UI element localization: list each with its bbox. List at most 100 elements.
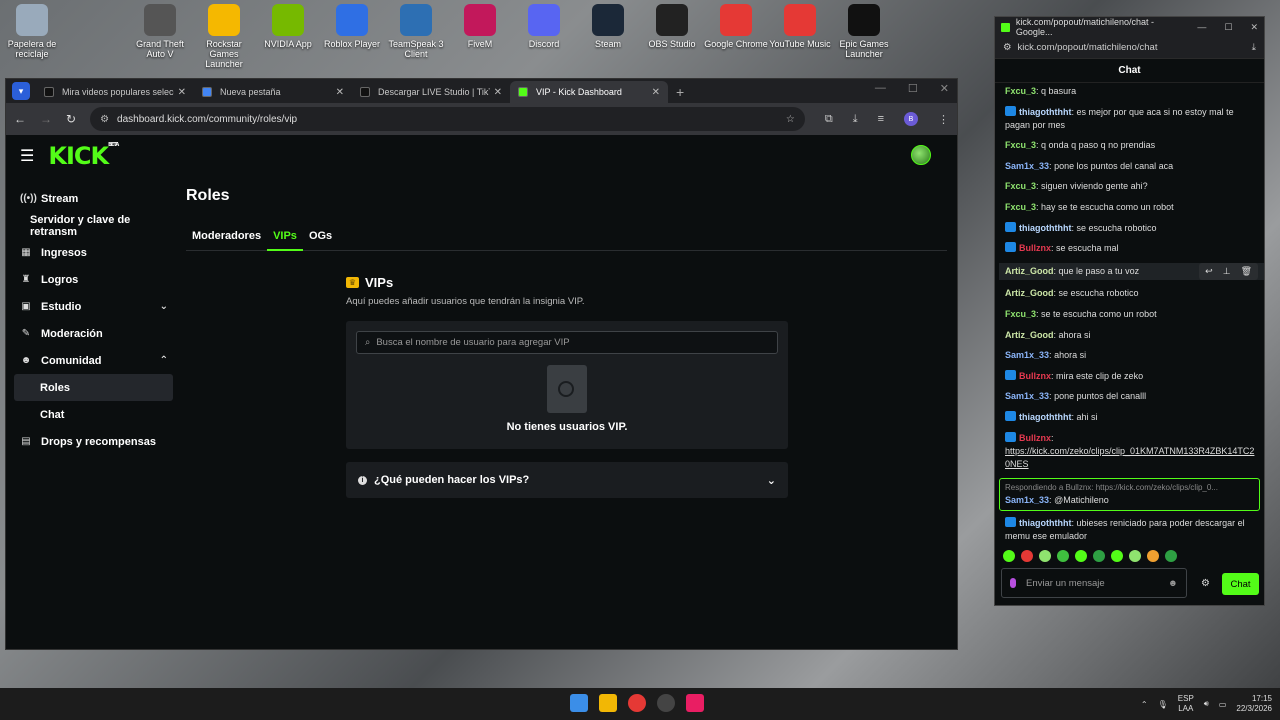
- tab-vips[interactable]: VIPs: [267, 225, 303, 251]
- battery-icon[interactable]: ▭: [1219, 700, 1227, 709]
- pin-icon[interactable]: ⊥: [1223, 265, 1231, 278]
- file-explorer-icon[interactable]: [599, 694, 617, 712]
- emote-icon[interactable]: [1129, 550, 1141, 562]
- desktop-shortcut[interactable]: TeamSpeak 3 Client: [384, 4, 448, 59]
- chat-username[interactable]: Artiz_Good: [1005, 266, 1054, 276]
- emote-icon[interactable]: [1165, 550, 1177, 562]
- mic-icon[interactable]: [1010, 578, 1016, 588]
- chat-username[interactable]: Fxcu_3: [1005, 140, 1036, 150]
- sidebar-item-comunidad[interactable]: ☻ Comunidad ⌃: [6, 347, 176, 374]
- minimize-button[interactable]: —: [875, 82, 886, 95]
- sidebar-item-roles[interactable]: Roles: [14, 374, 173, 401]
- clock[interactable]: 17:15 22/3/2026: [1236, 694, 1272, 714]
- chat-username[interactable]: thiagoththht: [1019, 518, 1071, 528]
- reply-quote[interactable]: Respondiendo a Bullznx: https://kick.com…: [1005, 481, 1254, 494]
- sidebar-item-logros[interactable]: ♜ Logros: [6, 266, 176, 293]
- browser-tab[interactable]: Descargar LIVE Studio | TikTok ✕: [352, 81, 510, 103]
- chat-username[interactable]: thiagoththht: [1019, 412, 1071, 422]
- tab-moderadores[interactable]: Moderadores: [186, 225, 267, 251]
- download-icon[interactable]: ⤓: [1252, 42, 1256, 53]
- chat-input-field[interactable]: ☻: [1001, 568, 1187, 598]
- chat-username[interactable]: Sam1x_33: [1005, 161, 1049, 171]
- sidebar-item-moderación[interactable]: ✎ Moderación: [6, 320, 176, 347]
- desktop-shortcut[interactable]: Papelera de reciclaje: [0, 4, 64, 59]
- desktop-shortcut[interactable]: Grand Theft Auto V: [128, 4, 192, 59]
- emote-icon[interactable]: [1057, 550, 1069, 562]
- sidebar-item-drops[interactable]: ▤ Drops y recompensas: [6, 428, 176, 455]
- browser-tab[interactable]: Nueva pestaña ✕: [194, 81, 352, 103]
- language-indicator[interactable]: ESP LAA: [1178, 694, 1194, 714]
- tab-ogs[interactable]: OGs: [303, 225, 338, 251]
- microphone-icon[interactable]: 🎙︎: [1158, 700, 1168, 709]
- chat-username[interactable]: Sam1x_33: [1005, 391, 1049, 401]
- desktop-shortcut[interactable]: NVIDIA App: [256, 4, 320, 49]
- chat-link[interactable]: https://kick.com/zeko/clips/clip_01KM7AT…: [1005, 446, 1254, 469]
- hamburger-menu-icon[interactable]: ☰: [20, 146, 34, 166]
- site-info-icon[interactable]: ⚙: [1003, 42, 1012, 53]
- vip-search-input[interactable]: [376, 337, 769, 348]
- download-icon[interactable]: ⤓: [853, 113, 858, 126]
- bookmark-star-icon[interactable]: ☆: [786, 114, 795, 125]
- chat-username[interactable]: Fxcu_3: [1005, 202, 1036, 212]
- close-button[interactable]: ✕: [1250, 22, 1258, 33]
- chat-username[interactable]: Bullznx: [1019, 433, 1051, 443]
- send-chat-button[interactable]: Chat: [1222, 573, 1259, 595]
- site-info-icon[interactable]: ⚙: [100, 114, 109, 125]
- volume-icon[interactable]: 🔊︎: [1204, 699, 1209, 709]
- chat-settings-gear-icon[interactable]: ⚙: [1201, 578, 1210, 589]
- chat-username[interactable]: Fxcu_3: [1005, 181, 1036, 191]
- user-avatar[interactable]: [911, 145, 931, 165]
- chat-username[interactable]: Fxcu_3: [1005, 309, 1036, 319]
- maximize-button[interactable]: ☐: [1224, 22, 1232, 33]
- emote-icon[interactable]: [1147, 550, 1159, 562]
- emote-icon[interactable]: [1075, 550, 1087, 562]
- emote-icon[interactable]: [1021, 550, 1033, 562]
- emote-icon[interactable]: [1093, 550, 1105, 562]
- start-windows-icon[interactable]: [570, 694, 588, 712]
- address-bar[interactable]: ⚙ dashboard.kick.com/community/roles/vip…: [90, 107, 805, 131]
- media-control-icon[interactable]: ≡: [878, 113, 884, 125]
- chat-username[interactable]: thiagoththht: [1019, 223, 1071, 233]
- chat-username[interactable]: Bullznx: [1019, 243, 1051, 253]
- minimize-button[interactable]: —: [1197, 22, 1206, 33]
- kick-logo[interactable]: KICKBETA: [48, 142, 119, 170]
- desktop-shortcut[interactable]: Rockstar Games Launcher: [192, 4, 256, 69]
- close-tab-icon[interactable]: ✕: [494, 87, 502, 98]
- reply-icon[interactable]: ↩: [1205, 265, 1213, 278]
- close-tab-icon[interactable]: ✕: [652, 87, 660, 98]
- close-tab-icon[interactable]: ✕: [336, 87, 344, 98]
- sidebar-item-chat[interactable]: Chat: [6, 401, 176, 428]
- emote-icon[interactable]: [1039, 550, 1051, 562]
- desktop-shortcut[interactable]: Steam: [576, 4, 640, 49]
- extensions-icon[interactable]: ⧉: [825, 113, 833, 126]
- emote-icon[interactable]: [1003, 550, 1015, 562]
- desktop-shortcut[interactable]: Discord: [512, 4, 576, 49]
- sidebar-item-stream[interactable]: ((•)) Stream: [6, 185, 176, 212]
- close-tab-icon[interactable]: ✕: [178, 87, 186, 98]
- tiktok-live-icon[interactable]: [686, 694, 704, 712]
- new-tab-button[interactable]: +: [676, 84, 684, 100]
- sidebar-item-servidor[interactable]: Servidor y clave de retransm: [6, 212, 176, 239]
- menu-kebab-icon[interactable]: ⋮: [938, 113, 949, 126]
- chat-username[interactable]: Sam1x_33: [1005, 350, 1049, 360]
- sidebar-item-estudio[interactable]: ▣ Estudio ⌄: [6, 293, 176, 320]
- desktop-shortcut[interactable]: FiveM: [448, 4, 512, 49]
- desktop-shortcut[interactable]: OBS Studio: [640, 4, 704, 49]
- obs-icon[interactable]: [657, 694, 675, 712]
- profile-avatar[interactable]: B: [904, 112, 918, 126]
- chat-message-input[interactable]: [1026, 577, 1158, 589]
- tab-search-button[interactable]: ▾: [12, 82, 30, 100]
- chrome-icon[interactable]: [628, 694, 646, 712]
- sidebar-item-ingresos[interactable]: ▦ Ingresos: [6, 239, 176, 266]
- desktop-shortcut[interactable]: Roblox Player: [320, 4, 384, 49]
- forward-icon[interactable]: →: [40, 112, 52, 126]
- desktop-shortcut[interactable]: YouTube Music: [768, 4, 832, 49]
- vip-faq-accordion[interactable]: i ¿Qué pueden hacer los VIPs? ⌄: [346, 462, 788, 498]
- chevron-up-icon[interactable]: ⌃: [1141, 700, 1148, 709]
- desktop-shortcut[interactable]: Epic Games Launcher: [832, 4, 896, 59]
- desktop-shortcut[interactable]: Google Chrome: [704, 4, 768, 49]
- maximize-button[interactable]: ☐: [908, 82, 918, 95]
- chat-username[interactable]: Artiz_Good: [1005, 288, 1054, 298]
- emoji-icon[interactable]: ☻: [1168, 578, 1178, 589]
- close-button[interactable]: ✕: [940, 82, 949, 95]
